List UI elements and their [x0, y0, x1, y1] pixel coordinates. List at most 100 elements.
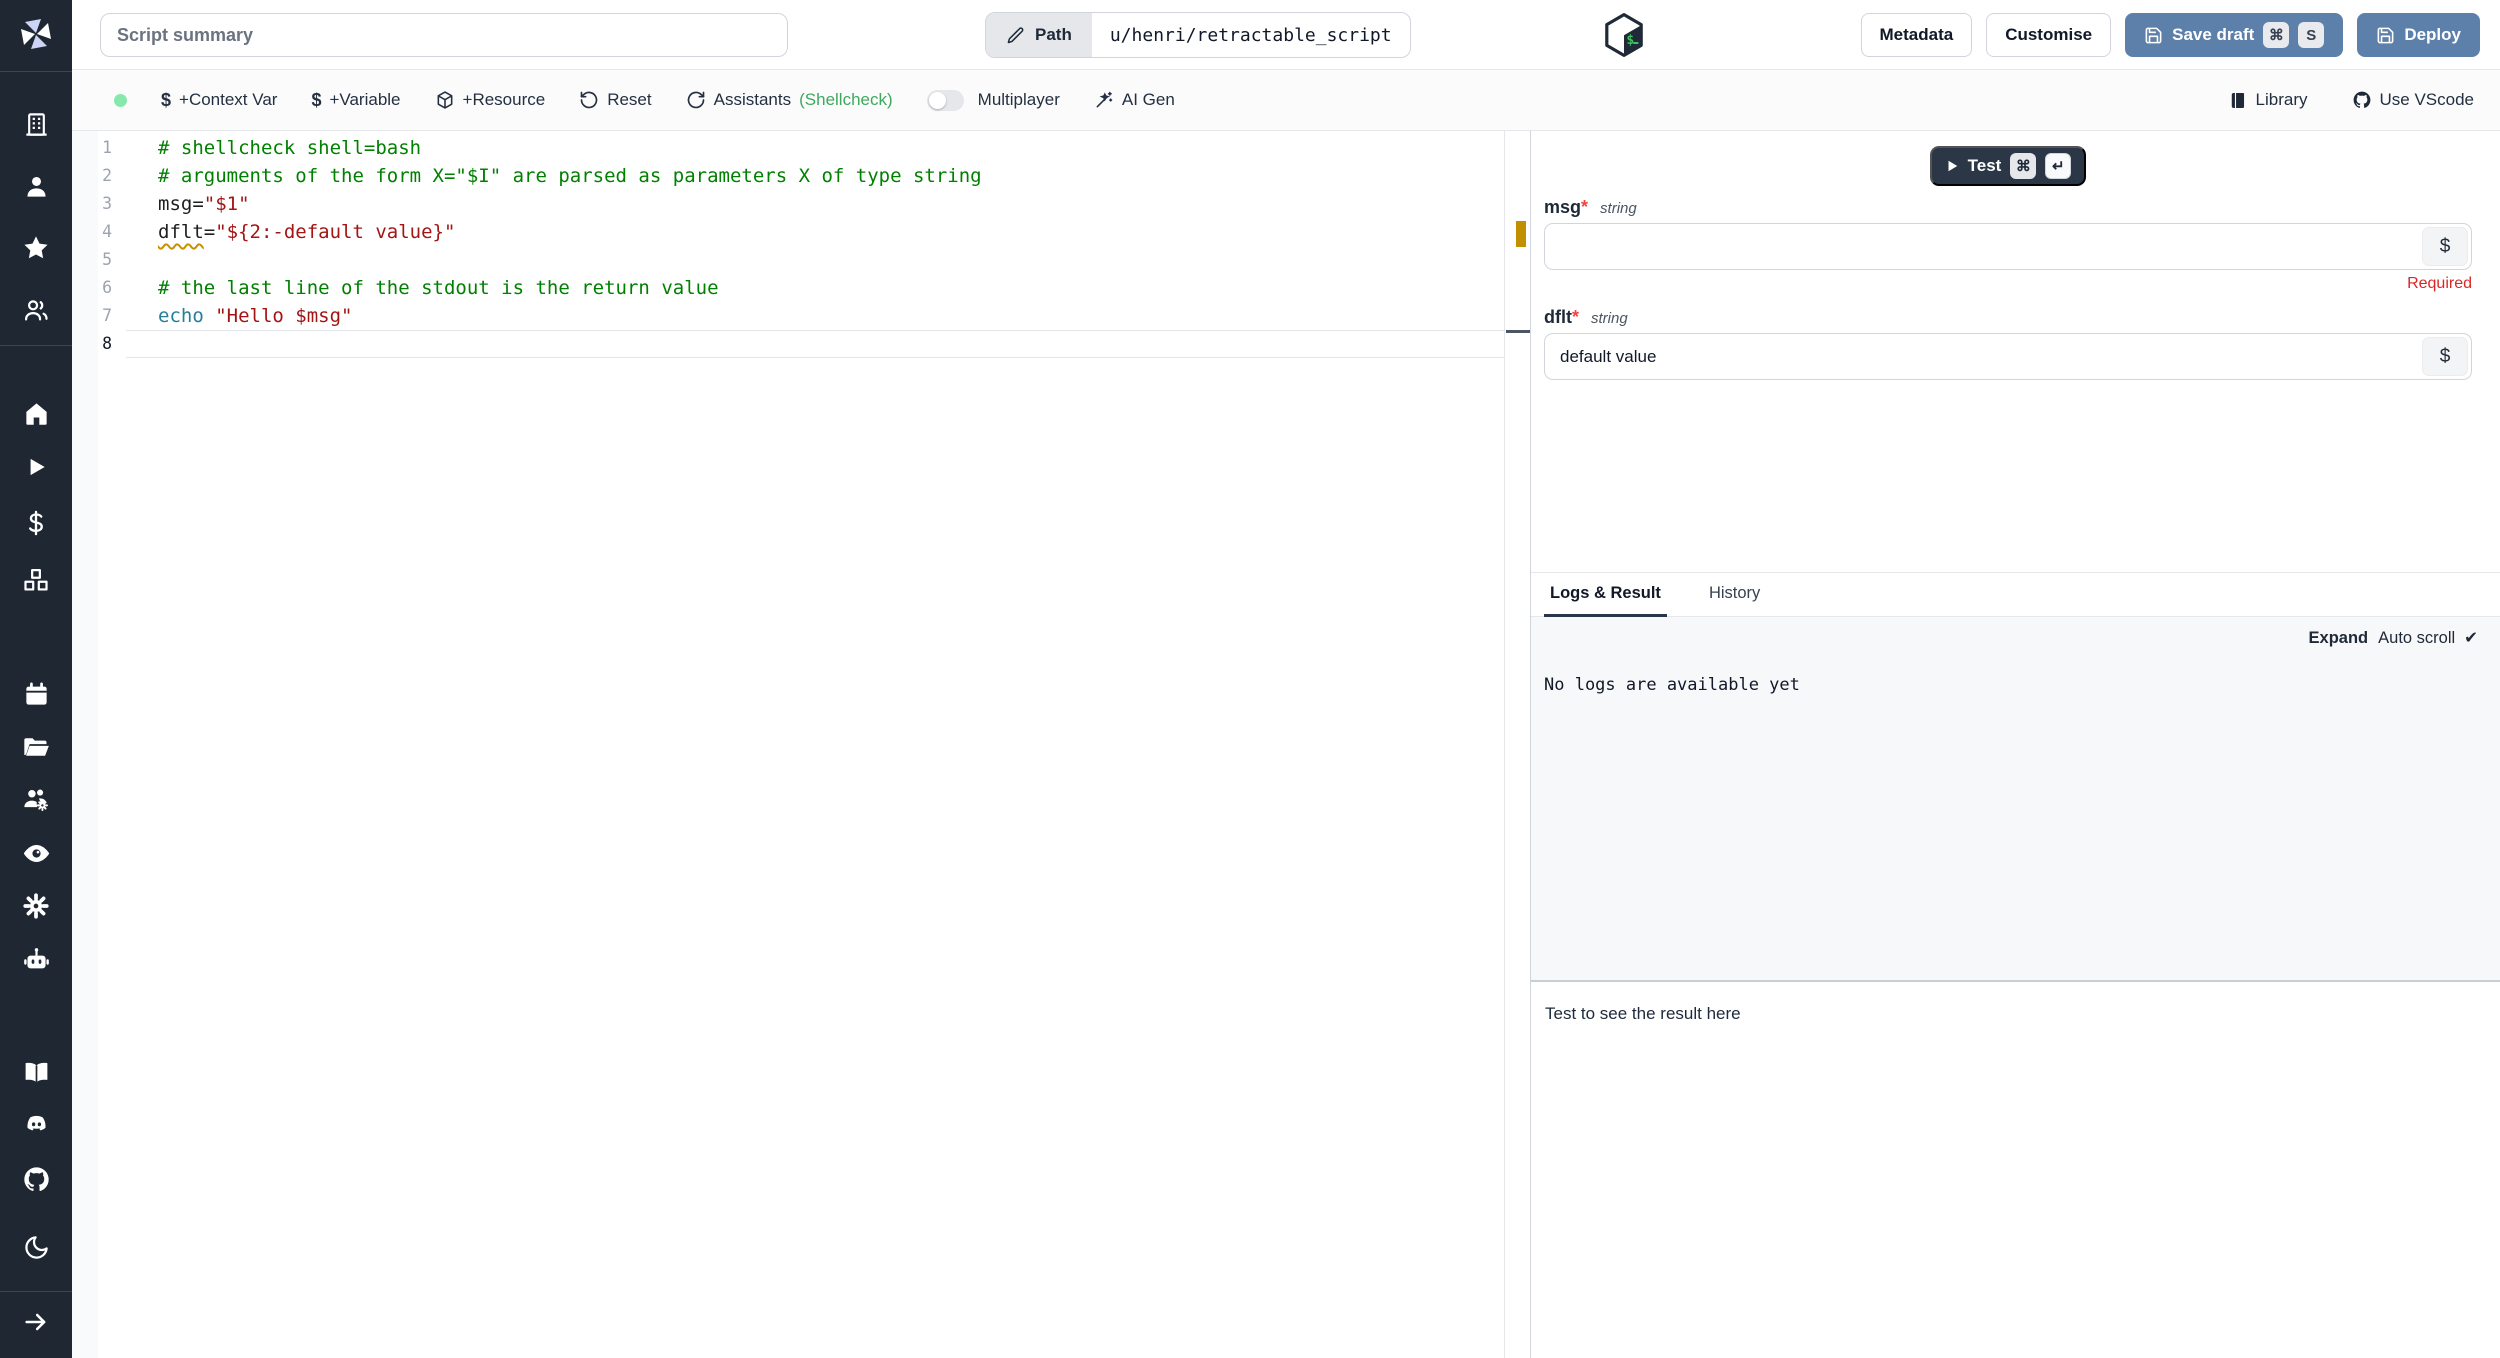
- required-star: *: [1571, 307, 1579, 327]
- line-number: 6: [102, 278, 112, 297]
- msg-input[interactable]: [1544, 223, 2472, 270]
- code-line[interactable]: 6 # the last line of the stdout is the re…: [72, 274, 1504, 302]
- assistants-button[interactable]: Assistants (Shellcheck): [686, 90, 893, 110]
- output-tabs: Logs & Result History: [1531, 572, 2500, 617]
- code-line[interactable]: 3 msg="$1": [72, 190, 1504, 218]
- kbd-cmd: ⌘: [2010, 153, 2037, 179]
- sidebar-divider: [0, 345, 72, 346]
- field-label-dflt: dflt* string: [1544, 307, 2472, 328]
- ai-gen-label: AI Gen: [1121, 90, 1175, 109]
- code-line[interactable]: 8: [72, 330, 1504, 358]
- customise-button[interactable]: Customise: [1986, 13, 2112, 57]
- script-summary-input[interactable]: [100, 13, 788, 57]
- arrow-right-icon: [25, 1313, 46, 1331]
- insert-variable-button[interactable]: $: [2422, 227, 2468, 266]
- sidebar-collapse-button[interactable]: [0, 1300, 72, 1344]
- sidebar-item-variables[interactable]: [0, 501, 72, 545]
- add-resource-button[interactable]: +Resource: [435, 90, 545, 110]
- field-input-wrap-msg: $: [1544, 223, 2472, 270]
- add-context-var-button[interactable]: $ +Context Var: [161, 90, 277, 111]
- sidebar-item-github[interactable]: [0, 1157, 72, 1201]
- reset-label: Reset: [607, 90, 652, 109]
- library-button[interactable]: Library: [2229, 90, 2308, 110]
- editor-toolbar: $ +Context Var $ +Variable +Resource Res…: [72, 70, 2500, 131]
- code-text: echo "Hello $msg": [158, 305, 353, 327]
- dollar-icon: $: [311, 89, 322, 110]
- sidebar-item-discord[interactable]: [0, 1102, 72, 1146]
- bash-icon: $: [1605, 13, 1643, 57]
- autoscroll-label: Auto scroll: [2378, 628, 2456, 647]
- rotate-ccw-icon: [580, 91, 598, 109]
- toggle-knob: [928, 91, 946, 109]
- sidebar-item-dark-mode[interactable]: [0, 1225, 72, 1269]
- dflt-input[interactable]: [1544, 333, 2472, 380]
- boxes-icon: [24, 568, 48, 591]
- sidebar-item-folders[interactable]: [0, 725, 72, 769]
- sidebar-item-runs[interactable]: [0, 445, 72, 489]
- sidebar-item-groups[interactable]: [0, 288, 72, 332]
- overview-ruler[interactable]: [1504, 131, 1530, 1358]
- field-type: string: [1600, 200, 1637, 217]
- code-line[interactable]: 4 dflt="${2:-default value}": [72, 218, 1504, 246]
- ruler-cursor-marker: [1506, 330, 1530, 333]
- code-line[interactable]: 5: [72, 246, 1504, 274]
- sidebar-item-resources[interactable]: [0, 558, 72, 602]
- add-variable-button[interactable]: $ +Variable: [311, 90, 400, 111]
- use-vscode-button[interactable]: Use VScode: [2352, 90, 2474, 110]
- context-var-label: +Context Var: [179, 90, 278, 109]
- line-number: 1: [102, 138, 112, 157]
- ai-gen-button[interactable]: AI Gen: [1094, 90, 1175, 110]
- sidebar-item-home[interactable]: [0, 391, 72, 435]
- line-number: 2: [102, 166, 112, 185]
- sidebar-item-user[interactable]: [0, 164, 72, 208]
- check-icon: ✔: [2464, 629, 2478, 647]
- dollar-icon: [29, 510, 43, 536]
- code-line[interactable]: 7 echo "Hello $msg": [72, 302, 1504, 330]
- logs-header: Expand Auto scroll ✔: [1544, 628, 2478, 648]
- expand-button[interactable]: Expand: [2309, 629, 2369, 648]
- github-icon: [2353, 91, 2370, 108]
- sidebar-item-groups-settings[interactable]: [0, 777, 72, 821]
- save-icon: [2145, 27, 2162, 43]
- reset-button[interactable]: Reset: [579, 90, 652, 110]
- script-path-value[interactable]: u/henri/retractable_script: [1092, 13, 1410, 57]
- sidebar-item-favorites[interactable]: [0, 226, 72, 270]
- line-number: 7: [102, 306, 112, 325]
- field-name: dflt*: [1544, 307, 1579, 327]
- sidebar-item-schedules[interactable]: [0, 672, 72, 716]
- eye-icon: [23, 844, 49, 862]
- autoscroll-toggle[interactable]: Auto scroll ✔: [2378, 628, 2478, 648]
- code-lines: 1 # shellcheck shell=bash 2 # arguments of …: [72, 134, 1504, 358]
- sidebar-item-audit[interactable]: [0, 831, 72, 875]
- code-editor[interactable]: 1 # shellcheck shell=bash 2 # arguments of …: [72, 131, 1530, 1358]
- code-line[interactable]: 2 # arguments of the form X="$I" are pars…: [72, 162, 1504, 190]
- field-type: string: [1591, 310, 1628, 327]
- multiplayer-toggle[interactable]: [926, 89, 964, 111]
- sidebar-item-settings[interactable]: [0, 884, 72, 928]
- sidebar-item-docs[interactable]: [0, 1050, 72, 1094]
- metadata-button[interactable]: Metadata: [1860, 13, 1973, 57]
- code-text: dflt="${2:-default value}": [158, 221, 456, 243]
- edit-path-button[interactable]: Path: [986, 13, 1092, 57]
- result-placeholder: Test to see the result here: [1545, 1004, 1741, 1023]
- windmill-logo[interactable]: [0, 12, 72, 56]
- code-text: # arguments of the form X="$I" are parse…: [158, 165, 982, 187]
- sidebar-item-workers[interactable]: [0, 938, 72, 982]
- tab-logs-result[interactable]: Logs & Result: [1544, 573, 1667, 617]
- save-draft-button[interactable]: Save draft ⌘ S: [2125, 13, 2344, 57]
- result-area: Test to see the result here: [1531, 982, 2500, 1358]
- library-label: Library: [2255, 90, 2308, 109]
- tab-history[interactable]: History: [1703, 573, 1766, 617]
- field-input-wrap-dflt: $: [1544, 333, 2472, 380]
- test-row: Test ⌘ ↵: [1544, 146, 2472, 186]
- calendar-icon: [25, 681, 47, 705]
- logs-panel: Expand Auto scroll ✔ No logs are availab…: [1531, 617, 2500, 980]
- code-line[interactable]: 1 # shellcheck shell=bash: [72, 134, 1504, 162]
- deploy-button[interactable]: Deploy: [2357, 13, 2480, 57]
- test-button[interactable]: Test ⌘ ↵: [1929, 146, 2087, 186]
- deploy-label: Deploy: [2404, 25, 2461, 44]
- insert-variable-button[interactable]: $: [2422, 337, 2468, 376]
- line-number: 3: [102, 194, 112, 213]
- sidebar-item-workspace[interactable]: [0, 102, 72, 146]
